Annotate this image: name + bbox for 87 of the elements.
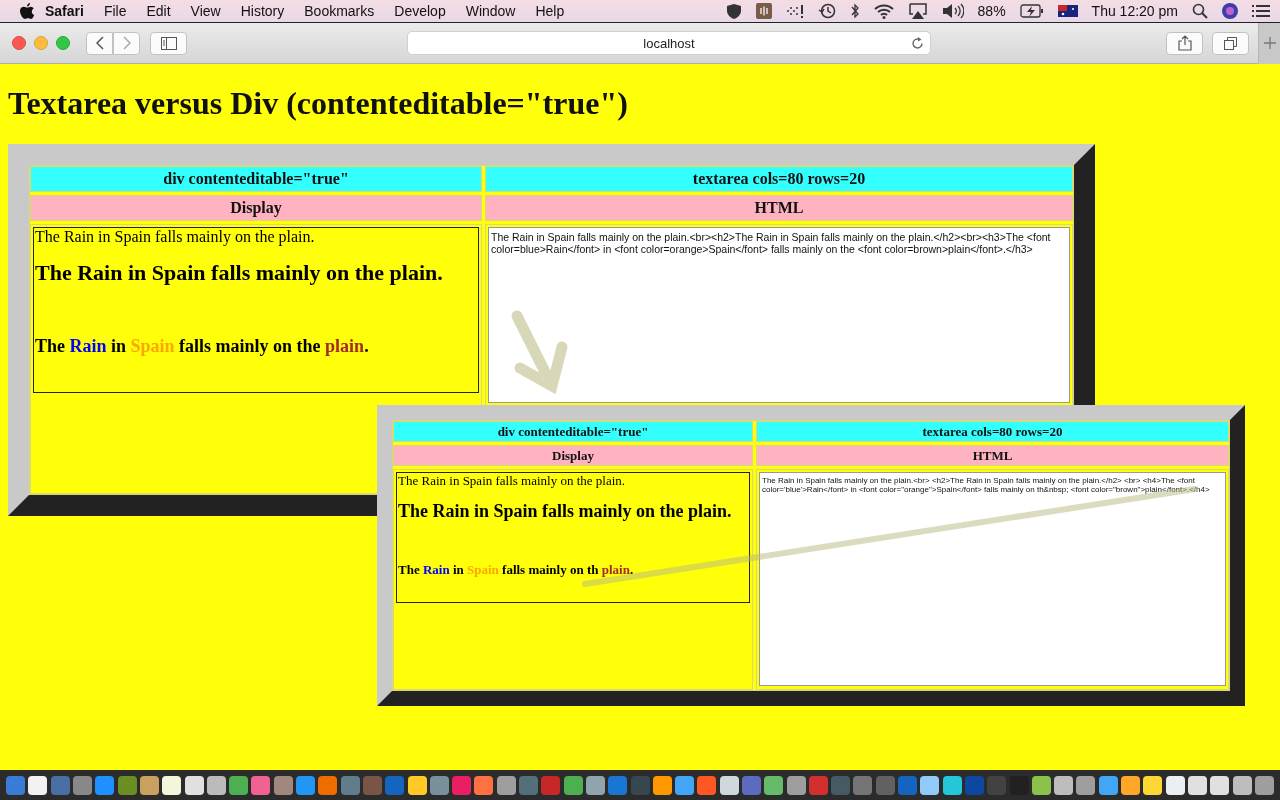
dock-app-icon[interactable] xyxy=(162,775,182,795)
share-button[interactable] xyxy=(1166,31,1203,55)
speaker-box-icon[interactable] xyxy=(755,3,772,19)
list-icon[interactable] xyxy=(1252,3,1270,19)
dock-app-icon[interactable] xyxy=(1054,775,1074,795)
dock-app-icon[interactable] xyxy=(139,775,159,795)
dock-app-icon[interactable] xyxy=(474,775,494,795)
column-subheader: HTML xyxy=(485,195,1073,221)
dock-app-icon[interactable] xyxy=(184,775,204,795)
bluetooth-icon[interactable] xyxy=(849,3,860,19)
address-bar[interactable]: localhost xyxy=(407,31,931,55)
column-subheader: Display xyxy=(393,445,753,466)
display-colored-heading: The Rain in Spain falls mainly on th plain. xyxy=(398,562,635,578)
dock-app-icon[interactable] xyxy=(675,775,695,795)
new-tab-button[interactable] xyxy=(1258,22,1280,64)
column-header: div contenteditable="true" xyxy=(393,421,753,442)
battery-charging-icon[interactable] xyxy=(1019,3,1044,19)
dock-app-icon[interactable] xyxy=(229,775,249,795)
dock-app-icon[interactable] xyxy=(652,775,672,795)
dock-app-icon[interactable] xyxy=(1210,775,1230,795)
dock-app-icon[interactable] xyxy=(1187,775,1207,795)
orb-icon[interactable] xyxy=(1222,3,1238,19)
dock-app-icon[interactable] xyxy=(407,775,427,795)
wifi-icon[interactable] xyxy=(873,3,894,19)
dock-app-icon[interactable] xyxy=(942,775,962,795)
dock-app-icon[interactable] xyxy=(585,775,605,795)
share-icon xyxy=(1177,35,1192,51)
dock-app-icon[interactable] xyxy=(1121,775,1141,795)
chevron-right-icon xyxy=(122,36,131,50)
app-menu[interactable]: Safari xyxy=(35,3,94,19)
dock-app-icon[interactable] xyxy=(206,775,226,795)
html-textarea[interactable]: The Rain in Spain falls mainly on the plain.<br><h2>The Rain in Spain falls mainly on the plain.</h2><br><h3>The <font color=blue>Rain</font> in <font color=orange>Spain</font> falls mainly on the <font color=brown>plain</font>.</h3> xyxy=(488,227,1070,403)
tabs-button[interactable] xyxy=(1212,31,1249,55)
display-heading: The Rain in Spain falls mainly on the plain. xyxy=(398,501,733,522)
apple-icon[interactable] xyxy=(20,3,35,19)
clock-history-icon[interactable] xyxy=(817,3,836,19)
dock-app-icon[interactable] xyxy=(719,775,739,795)
airplay-icon[interactable] xyxy=(907,3,928,19)
dock-app-icon[interactable] xyxy=(1031,775,1051,795)
menu-item[interactable]: Edit xyxy=(136,3,181,19)
dock-app-icon[interactable] xyxy=(1098,775,1118,795)
display-colored-heading: The Rain in Spain falls mainly on the plain. xyxy=(35,336,370,357)
menu-item[interactable]: Window xyxy=(455,3,526,19)
shield-icon[interactable] xyxy=(725,3,742,19)
volume-icon[interactable] xyxy=(941,3,964,19)
column-subheader: HTML xyxy=(756,445,1229,466)
dots-icon[interactable] xyxy=(785,3,804,19)
display-text: The Rain in Spain falls mainly on the plain. xyxy=(398,473,627,489)
dock-app-icon[interactable] xyxy=(786,775,806,795)
dock-app-icon[interactable] xyxy=(920,775,940,795)
menu-item[interactable]: File xyxy=(93,3,137,19)
dock-app-icon[interactable] xyxy=(28,775,48,795)
clock: Thu 12:20 pm xyxy=(1091,3,1178,19)
dock-app-icon[interactable] xyxy=(1254,775,1274,795)
display-text: The Rain in Spain falls mainly on the plain. xyxy=(35,228,316,246)
search-icon[interactable] xyxy=(1192,3,1208,19)
menu-item[interactable]: View xyxy=(180,3,231,19)
battery-percentage: 88% xyxy=(977,3,1006,19)
flag-icon[interactable] xyxy=(1057,3,1078,19)
dock-app-icon[interactable] xyxy=(1165,775,1185,795)
chevron-left-icon xyxy=(95,36,104,50)
column-header: textarea cols=80 rows=20 xyxy=(756,421,1229,442)
column-header: textarea cols=80 rows=20 xyxy=(485,166,1073,192)
column-subheader: Display xyxy=(30,195,482,221)
close-button[interactable] xyxy=(12,36,26,50)
menu-item[interactable]: Develop xyxy=(384,3,456,19)
html-textarea[interactable]: The Rain in Spain falls mainly on the plain.<br> <h2>The Rain in Spain falls mainly on the plain.</h2> <br> <h4>The <font color='blue'>Rain</font> in <font color="orange">Spain</font> falls mainly on th&nbsp; <font color="brown">plain</font>.</h4> xyxy=(759,472,1226,686)
sidebar-button[interactable] xyxy=(150,31,187,55)
reload-icon[interactable] xyxy=(911,37,924,50)
address-text: localhost xyxy=(643,35,695,51)
menu-item[interactable]: Bookmarks xyxy=(294,3,385,19)
editable-display[interactable]: The Rain in Spain falls mainly on the plain. The Rain in Spain falls mainly on the plain. The Rain in Spain falls mainly on th plain. xyxy=(396,472,750,603)
display-heading: The Rain in Spain falls mainly on the plain. xyxy=(35,260,444,286)
menu-item[interactable]: History xyxy=(230,3,295,19)
page-heading: Textarea versus Div (contenteditable="true") xyxy=(8,85,629,122)
dock-app-icon[interactable] xyxy=(764,775,784,795)
dock-app-icon[interactable] xyxy=(496,775,516,795)
plus-icon xyxy=(1263,37,1276,49)
dock-app-icon[interactable] xyxy=(1076,775,1096,795)
dock-app-icon[interactable] xyxy=(563,775,583,795)
dock-app-icon[interactable] xyxy=(1143,775,1163,795)
menu-item[interactable]: Help xyxy=(525,3,575,19)
sidebar-icon xyxy=(160,36,177,50)
tabs-icon xyxy=(1224,36,1237,50)
dock-app-icon[interactable] xyxy=(1232,775,1252,795)
editable-display[interactable]: The Rain in Spain falls mainly on the plain. The Rain in Spain falls mainly on the plain. The Rain in Spain falls mainly on the plain. xyxy=(33,227,479,393)
column-header: div contenteditable="true" xyxy=(30,166,482,192)
